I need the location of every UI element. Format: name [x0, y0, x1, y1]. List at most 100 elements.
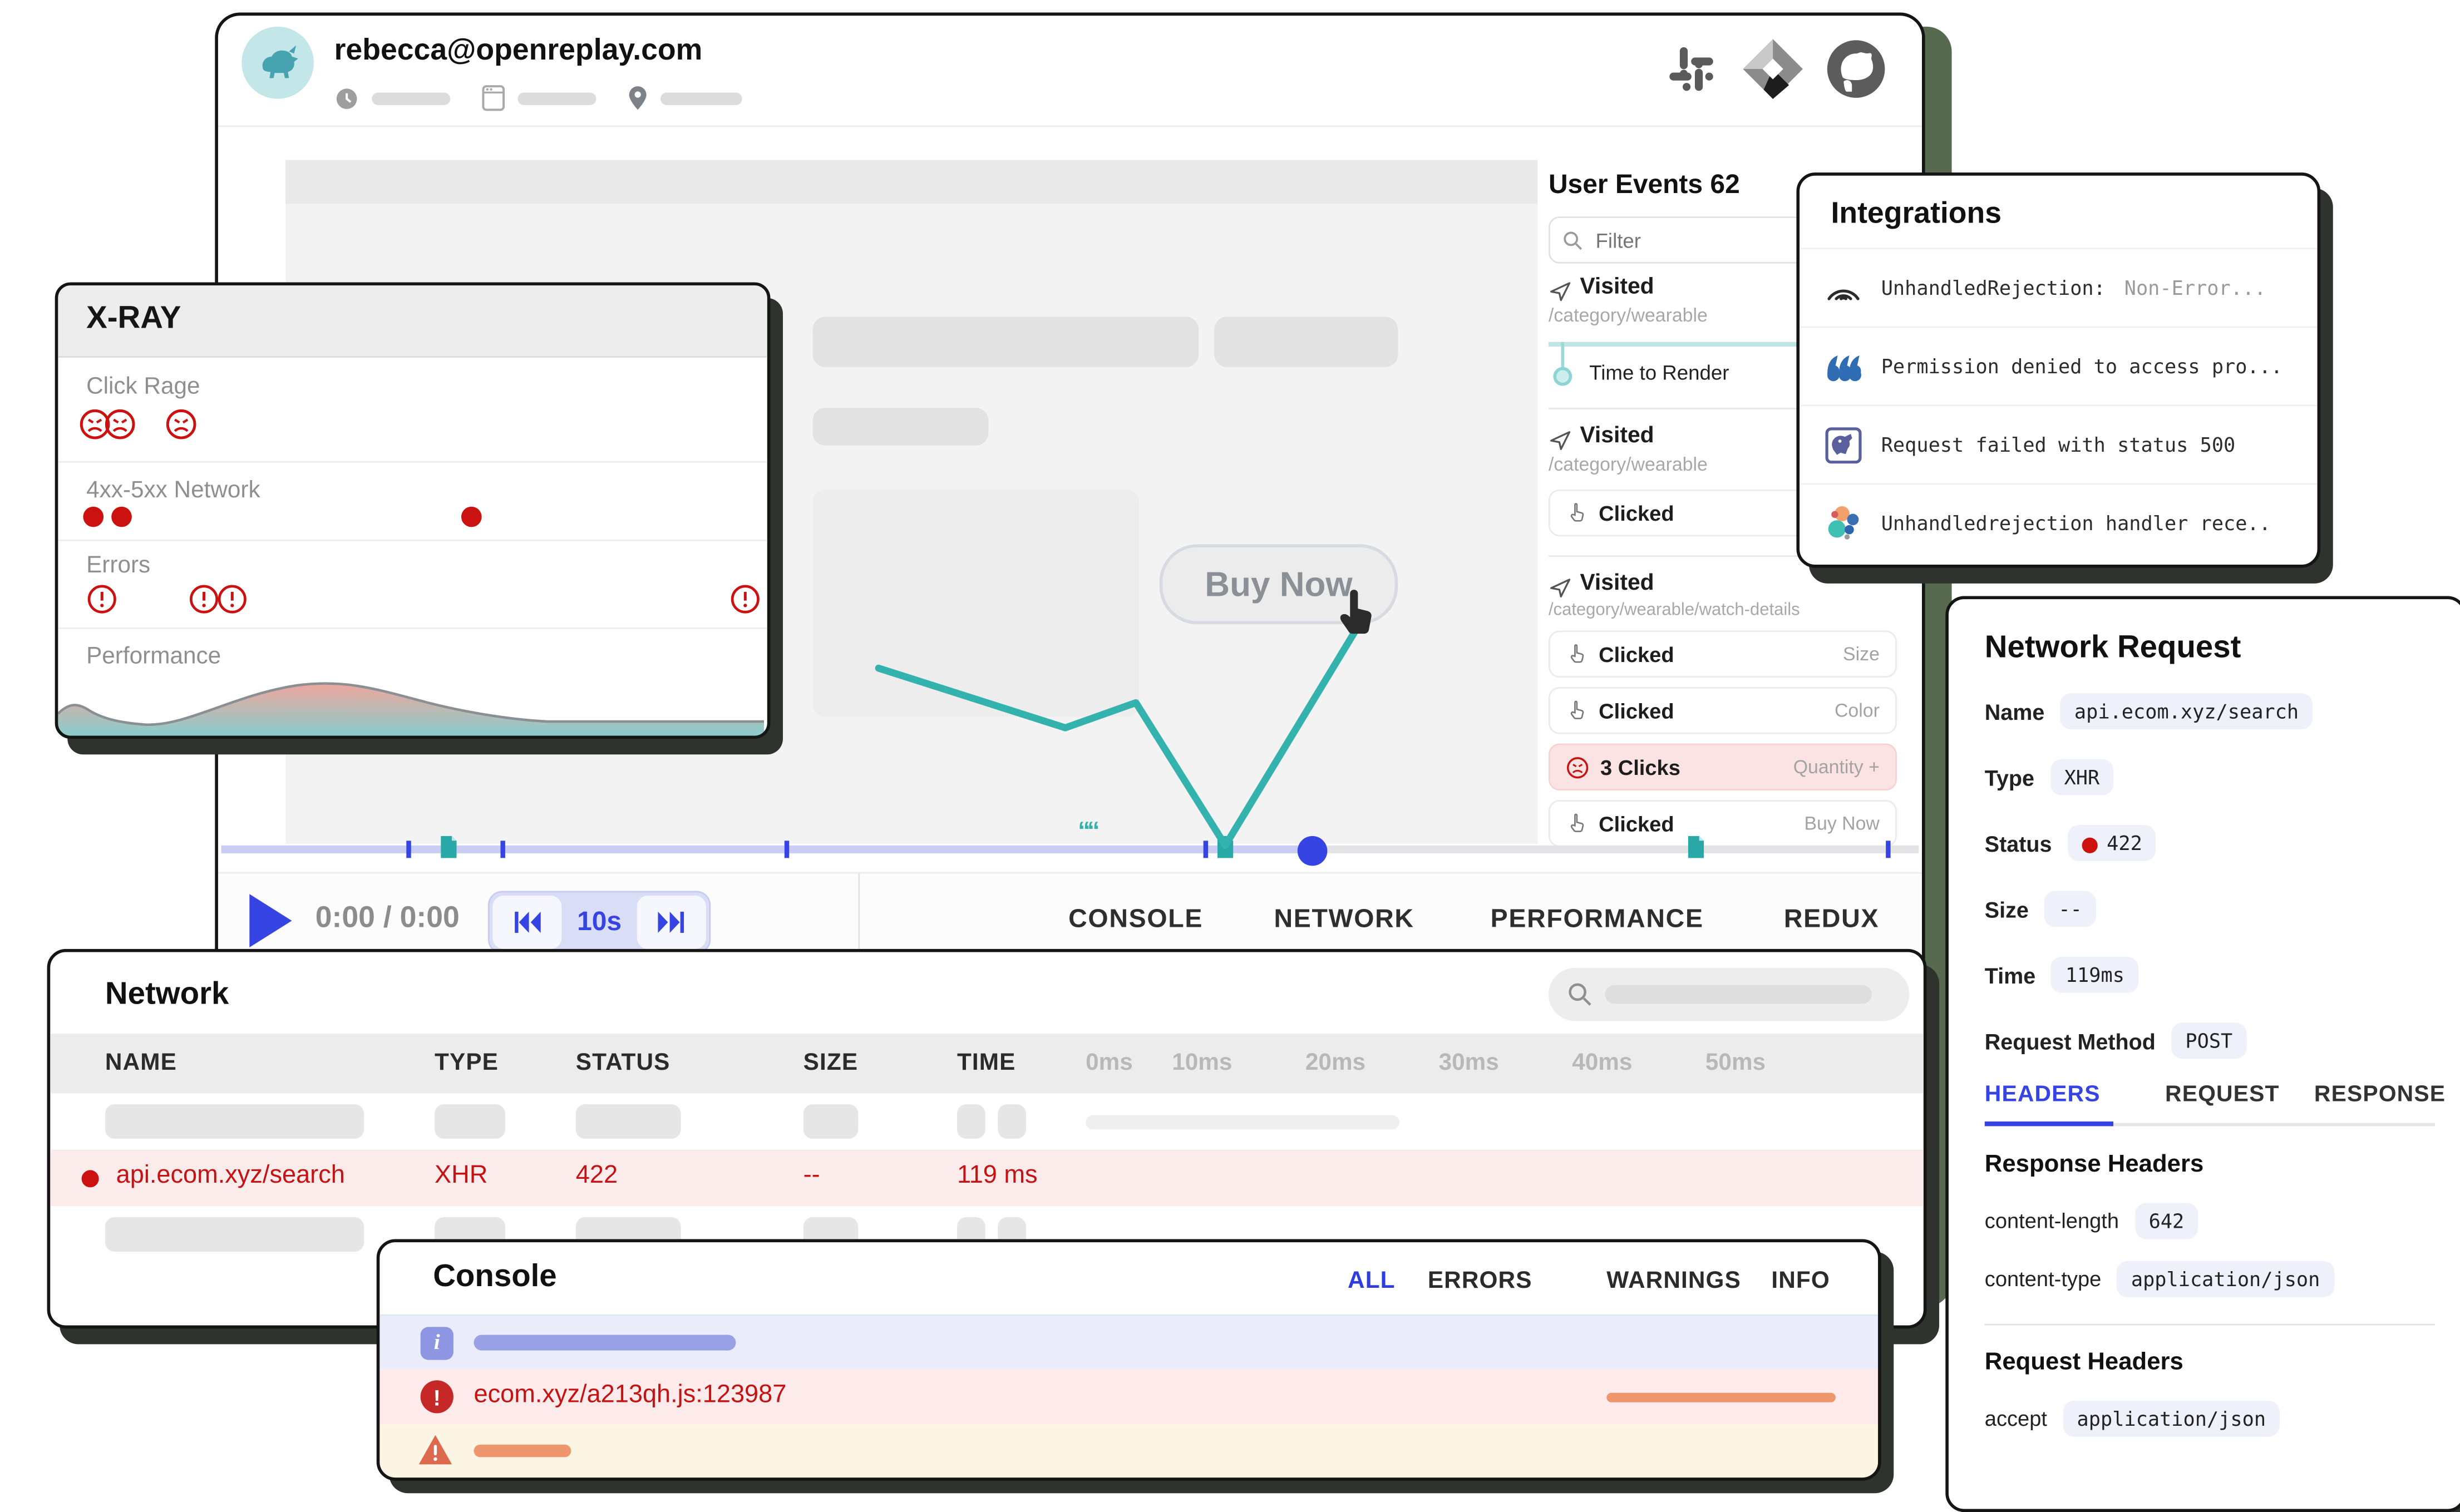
error-icon[interactable] [729, 584, 761, 615]
tab-console[interactable]: CONSOLE [1068, 905, 1203, 935]
xray-section-label: 4xx-5xx Network [86, 477, 260, 503]
request-status: 422 [576, 1162, 618, 1190]
console-row-warning[interactable] [379, 1424, 1878, 1478]
sentry-icon [1825, 269, 1862, 307]
column-type[interactable]: TYPE [435, 1049, 499, 1076]
tab-active-underline [1985, 1121, 2113, 1126]
page: rebecca@openreplay.com [0, 0, 2460, 1487]
session-meta-row [334, 85, 742, 111]
event-title[interactable]: Visited [1580, 274, 1654, 299]
integration-message: Unhandledrejection handler rece.. [1881, 511, 2271, 535]
timing-label[interactable]: Time to Render [1589, 361, 1729, 384]
request-name[interactable]: api.ecom.xyz/search [116, 1162, 345, 1190]
field-value: -- [2044, 891, 2096, 927]
error-dot [82, 1170, 99, 1187]
error-icon[interactable] [216, 584, 248, 615]
field-label: Type [1985, 765, 2034, 790]
time-axis-label: 50ms [1705, 1049, 1766, 1076]
integration-item-datadog[interactable]: Request failed with status 500 [1800, 404, 2317, 483]
skip-forward-button[interactable] [637, 896, 706, 949]
event-card-clicked[interactable]: Clicked Size [1549, 630, 1897, 678]
event-path: /category/wearable [1549, 304, 1708, 326]
skeleton-bar [998, 1104, 1026, 1139]
tab-redux[interactable]: REDUX [1784, 905, 1879, 935]
divider [58, 627, 767, 629]
skeleton-bar [1605, 985, 1871, 1004]
integration-item-elastic[interactable]: Unhandledrejection handler rece.. [1800, 483, 2317, 561]
play-button[interactable] [249, 894, 292, 947]
time-axis-label: 40ms [1572, 1049, 1632, 1076]
xray-section-label: Click Rage [86, 373, 200, 400]
status-error-dot [2082, 837, 2097, 852]
network-request-panel: Network Request Name api.ecom.xyz/search… [1945, 596, 2460, 1512]
elastic-icon [1825, 505, 1862, 542]
search-icon [1562, 230, 1583, 250]
field-value: 119ms [2051, 957, 2138, 993]
console-tab-info[interactable]: INFO [1771, 1267, 1830, 1294]
integrations-panel: Integrations UnhandledRejection: Non-Err… [1796, 172, 2320, 568]
timeline-file-marker[interactable] [1687, 834, 1705, 859]
network-search-field[interactable] [1549, 968, 1910, 1021]
integration-item-quotes[interactable]: Permission denied to access pro... [1800, 326, 2317, 404]
tab-performance[interactable]: PERFORMANCE [1491, 905, 1704, 935]
timeline-event-tick[interactable] [406, 841, 411, 858]
network-error-dot[interactable] [461, 507, 482, 527]
console-panel: Console ALL ERRORS WARNINGS INFO i ! eco… [377, 1239, 1881, 1480]
skeleton-bar [105, 1104, 364, 1139]
network-error-dot[interactable] [111, 507, 132, 527]
skip-control-group: 10s [488, 891, 711, 954]
skip-amount[interactable]: 10s [565, 907, 634, 938]
column-size[interactable]: SIZE [803, 1049, 859, 1076]
event-card-rage-clicks[interactable]: 3 Clicks Quantity + [1549, 743, 1897, 790]
console-error-source[interactable]: ecom.xyz/a213qh.js:123987 [474, 1382, 787, 1410]
column-time[interactable]: TIME [957, 1049, 1016, 1076]
table-row-error[interactable]: api.ecom.xyz/search XHR 422 -- 119 ms [50, 1150, 1924, 1207]
github-icon[interactable] [1823, 36, 1889, 102]
column-name[interactable]: NAME [105, 1049, 177, 1076]
timeline-event-tick[interactable] [1886, 841, 1890, 858]
console-tab-warnings[interactable]: WARNINGS [1606, 1267, 1741, 1294]
xray-section-label: Performance [86, 643, 221, 670]
slack-icon[interactable] [1663, 41, 1720, 97]
visited-icon [1549, 576, 1572, 599]
header-value: application/json [2063, 1401, 2280, 1437]
event-title[interactable]: Visited [1580, 423, 1654, 448]
divider [1985, 1324, 2435, 1326]
timeline-file-marker[interactable] [439, 834, 458, 859]
click-path-line [866, 607, 1383, 858]
browser-icon [482, 85, 505, 111]
skeleton-bar [813, 317, 1199, 367]
tab-response[interactable]: RESPONSE [2314, 1083, 2446, 1108]
tab-request[interactable]: REQUEST [2165, 1083, 2280, 1108]
skeleton-bar [957, 1104, 985, 1139]
field-type: Type XHR [1985, 759, 2114, 795]
skeleton-bar [517, 92, 596, 105]
error-icon[interactable] [86, 584, 117, 615]
header-label: content-length [1985, 1209, 2119, 1233]
time-axis-label: 20ms [1305, 1049, 1365, 1076]
console-row-error[interactable]: ! ecom.xyz/a213qh.js:123987 [379, 1370, 1878, 1425]
header-value: application/json [2117, 1261, 2334, 1297]
timeline-event-tick[interactable] [785, 841, 789, 858]
angry-face-icon[interactable] [165, 408, 198, 441]
rhino-logo-icon [254, 39, 302, 86]
event-title[interactable]: Visited [1580, 571, 1654, 596]
timeline-event-tick[interactable] [500, 841, 505, 858]
jira-icon[interactable] [1738, 34, 1807, 103]
console-tab-errors[interactable]: ERRORS [1428, 1267, 1532, 1294]
tab-headers[interactable]: HEADERS [1985, 1083, 2101, 1108]
cursor-pointer-icon [1334, 587, 1381, 640]
field-time: Time 119ms [1985, 957, 2139, 993]
tab-network[interactable]: NETWORK [1274, 905, 1414, 935]
skeleton-bar [813, 408, 989, 446]
console-tab-all[interactable]: ALL [1348, 1267, 1396, 1294]
network-error-dot[interactable] [83, 507, 103, 527]
skip-back-button[interactable] [492, 896, 561, 949]
integration-item-sentry[interactable]: UnhandledRejection: Non-Error... [1800, 248, 2317, 326]
angry-face-icon[interactable] [103, 408, 136, 441]
error-icon[interactable] [188, 584, 219, 615]
console-row-info[interactable]: i [379, 1315, 1878, 1371]
column-status[interactable]: STATUS [576, 1049, 671, 1076]
event-card-clicked[interactable]: Clicked Color [1549, 687, 1897, 734]
skeleton-bar [105, 1217, 364, 1252]
